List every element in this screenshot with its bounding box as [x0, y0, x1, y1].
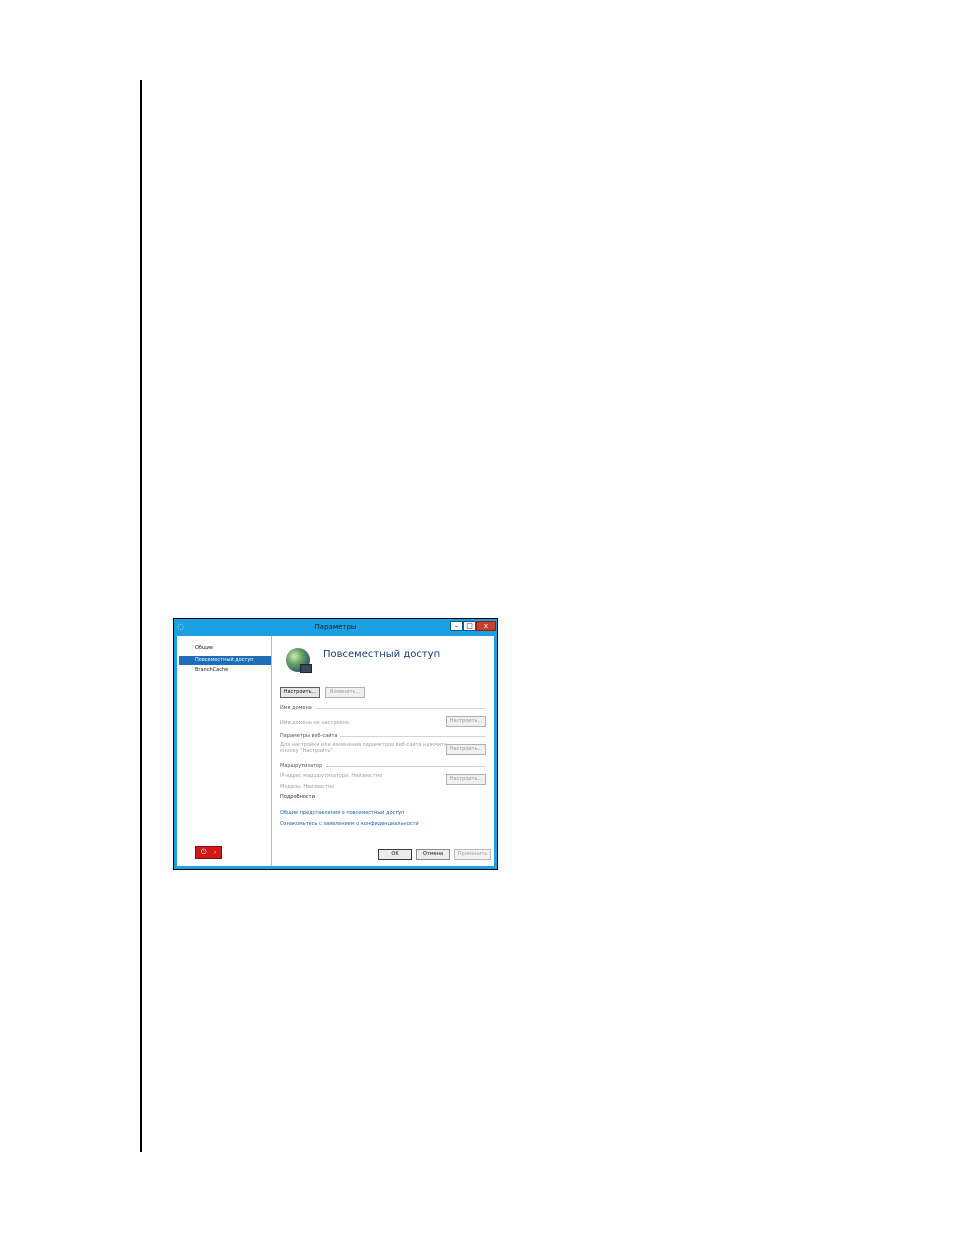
close-button[interactable]: x	[476, 621, 496, 631]
sidebar-item-general[interactable]: Общие	[179, 644, 271, 653]
window-client-area: Общие Повсеместный доступ BranchCache ⏻ …	[177, 636, 494, 866]
sidebar: Общие Повсеместный доступ BranchCache ⏻ …	[177, 636, 272, 866]
settings-window: ◌ Параметры – □ x Общие Повсеместный дос…	[173, 618, 498, 870]
main-panel: Повсеместный доступ Настроить... Изменит…	[280, 636, 490, 866]
overview-link[interactable]: Общие представления о повсеместный досту…	[280, 810, 404, 817]
minimize-button[interactable]: –	[450, 621, 463, 631]
power-button[interactable]: ⏻ ›	[195, 846, 222, 859]
page-title: Повсеместный доступ	[323, 649, 441, 660]
chevron-right-icon: ›	[214, 849, 217, 856]
domain-configure-button[interactable]: Настроить...	[446, 716, 486, 727]
change-button[interactable]: Изменить...	[325, 687, 365, 698]
cancel-button[interactable]: Отмена	[416, 849, 450, 860]
website-configure-button[interactable]: Настроить...	[446, 744, 486, 755]
title-bar[interactable]: ◌ Параметры – □ x	[174, 619, 497, 636]
divider	[316, 708, 486, 709]
router-model-text: Модель: Неизвестно	[280, 784, 335, 790]
privacy-link[interactable]: Ознакомьтесь с заявлением о конфиденциал…	[280, 821, 419, 828]
monitor-icon	[300, 664, 312, 673]
domain-status-text: Имя домена не настроено	[280, 720, 349, 726]
sidebar-item-anywhere-access[interactable]: Повсеместный доступ	[179, 656, 271, 665]
window-title: Параметры	[314, 623, 357, 631]
details-link[interactable]: Подробности	[280, 794, 315, 801]
ok-button[interactable]: OK	[378, 849, 412, 860]
page-margin-rule	[140, 80, 142, 1152]
router-configure-button[interactable]: Настроить...	[446, 774, 486, 785]
sidebar-item-branchcache[interactable]: BranchCache	[179, 666, 271, 675]
router-ip-text: IP-адрес маршрутизатора: Неизвестно	[280, 773, 383, 779]
website-heading: Параметры веб-сайта	[280, 733, 338, 739]
maximize-button[interactable]: □	[463, 621, 476, 631]
website-text-line2: кнопку "Настроить".	[280, 748, 335, 754]
apply-button[interactable]: Применить	[454, 849, 491, 860]
domain-heading: Имя домена	[280, 705, 312, 711]
power-icon: ⏻	[201, 848, 207, 856]
divider	[340, 736, 486, 737]
router-heading: Маршрутизатор	[280, 763, 323, 769]
divider	[326, 766, 486, 767]
configure-button[interactable]: Настроить...	[280, 687, 320, 698]
